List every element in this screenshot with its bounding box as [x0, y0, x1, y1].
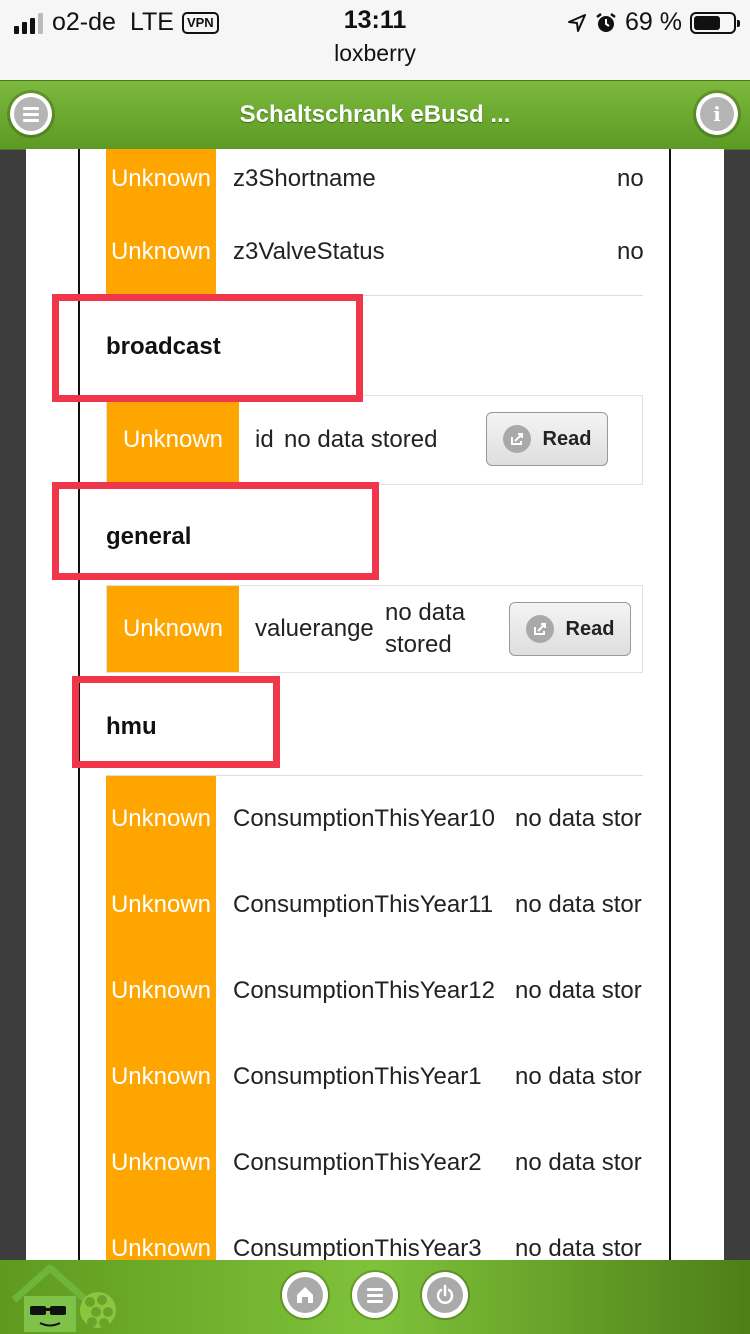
alarm-icon [596, 12, 616, 32]
item-value: no data stor [515, 1235, 642, 1260]
home-button[interactable] [282, 1272, 328, 1318]
item-name: ConsumptionThisYear10 [233, 805, 495, 832]
status-badge: Unknown [106, 948, 216, 1034]
list-item-broadcast-id[interactable]: Unknown id no data stored Read [106, 395, 643, 485]
power-icon [427, 1277, 463, 1313]
item-name: ConsumptionThisYear1 [233, 1063, 482, 1090]
status-badge: Unknown [106, 1034, 216, 1120]
item-name: z3Shortname [233, 165, 376, 192]
menu-icon [357, 1277, 393, 1313]
info-icon: i [700, 97, 734, 131]
share-icon [525, 615, 554, 643]
read-button-label: Read [565, 617, 615, 640]
status-right: 69 % [567, 8, 740, 37]
item-value: no data stor [515, 891, 642, 918]
home-icon [287, 1277, 323, 1313]
item-name: ConsumptionThisYear3 [233, 1235, 482, 1260]
share-icon [502, 425, 531, 453]
location-arrow-icon [568, 13, 587, 32]
item-value: no data stored [385, 586, 465, 672]
status-badge: Unknown [106, 149, 216, 209]
app-footer [0, 1260, 750, 1334]
url-label[interactable]: loxberry [0, 40, 750, 67]
highlight-box-broadcast [52, 294, 363, 402]
list-item[interactable]: Unknown z3Shortname no [106, 149, 644, 209]
item-value-line: stored [385, 631, 452, 658]
item-value: no [617, 238, 644, 265]
item-name: valuerange [255, 615, 374, 642]
item-value: no [617, 165, 644, 192]
item-value: no data stor [515, 977, 642, 1004]
list-item[interactable]: Unknown z3ValveStatus no [106, 209, 644, 295]
ios-status-bar: o2-de LTE VPN 13:11 loxberry 69 % [0, 0, 750, 80]
list-item[interactable]: Unknown ConsumptionThisYear10 no data st… [106, 776, 643, 862]
item-name: id [255, 426, 274, 453]
status-badge: Unknown [106, 1120, 216, 1206]
battery-percent: 69 % [625, 8, 682, 36]
status-badge: Unknown [107, 586, 239, 672]
status-badge: Unknown [107, 396, 239, 484]
item-name: z3ValveStatus [233, 238, 385, 265]
highlight-box-hmu [72, 676, 280, 768]
footer-menu-button[interactable] [352, 1272, 398, 1318]
read-button[interactable]: Read [486, 412, 608, 466]
read-button[interactable]: Read [509, 602, 631, 656]
item-name: ConsumptionThisYear11 [233, 891, 494, 918]
list-item[interactable]: Unknown ConsumptionThisYear2 no data sto… [106, 1120, 643, 1206]
right-border-line [669, 149, 671, 1260]
info-button[interactable]: i [696, 93, 738, 135]
item-value-line: no data [385, 599, 466, 626]
list-item[interactable]: Unknown ConsumptionThisYear1 no data sto… [106, 1034, 643, 1120]
status-badge: Unknown [106, 1206, 216, 1260]
status-badge: Unknown [106, 862, 216, 948]
content-area: Unknown z3Shortname no Unknown z3ValveSt… [26, 149, 724, 1260]
list-item[interactable]: Unknown ConsumptionThisYear11 no data st… [106, 862, 643, 948]
read-button-label: Read [542, 427, 592, 450]
page-title: Schaltschrank eBusd ... [239, 101, 511, 128]
app-header: Schaltschrank eBusd ... i [0, 80, 750, 150]
item-name: ConsumptionThisYear2 [233, 1149, 482, 1176]
status-badge: Unknown [106, 209, 216, 295]
item-value: no data stor [515, 805, 642, 832]
highlight-box-general [52, 482, 379, 580]
list-item-general-valuerange[interactable]: Unknown valuerange no data stored Read [106, 585, 643, 673]
list-item[interactable]: Unknown ConsumptionThisYear12 no data st… [106, 948, 643, 1034]
item-value: no data stored [284, 426, 438, 453]
loxberry-logo-icon [11, 1264, 116, 1332]
power-button[interactable] [422, 1272, 468, 1318]
item-value: no data stor [515, 1063, 642, 1090]
status-badge: Unknown [106, 776, 216, 862]
battery-icon [690, 11, 740, 34]
list-item[interactable]: Unknown ConsumptionThisYear3 no data sto… [106, 1206, 643, 1260]
item-value: no data stor [515, 1149, 642, 1176]
item-name: ConsumptionThisYear12 [233, 977, 495, 1004]
